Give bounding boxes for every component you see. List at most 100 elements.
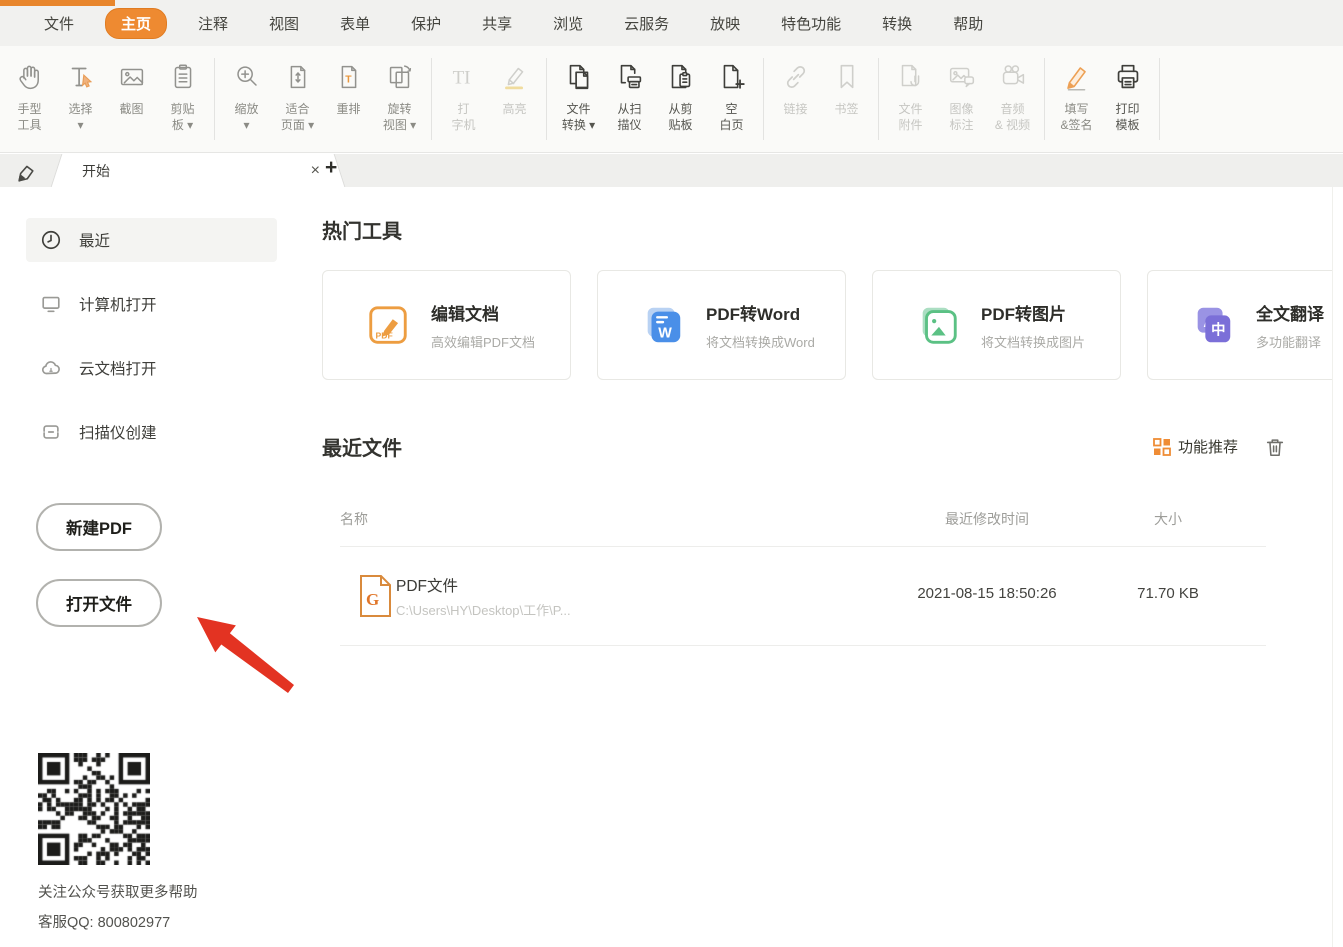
new-tab-button[interactable]: + <box>325 156 337 180</box>
feature-recommend-button[interactable]: 功能推荐 <box>1153 436 1238 457</box>
sidebar-item-scanner-create[interactable]: 扫描仪创建 <box>26 410 277 454</box>
toolbar-item-label: 缩放 ▾ <box>234 102 259 132</box>
pen-tool-icon[interactable] <box>12 157 40 185</box>
image-annotation-button: 图像 标注 <box>936 56 987 133</box>
from-clipboard-icon <box>664 56 698 98</box>
menu-home[interactable]: 主页 <box>105 7 168 39</box>
toolbar-separator <box>763 58 764 140</box>
content-area: 最近 计算机打开 云文档打开 扫描仪创建 新建PDF 打开文件 关注公众号获取更… <box>0 187 1343 947</box>
toolbar-item-label: 从扫 描仪 <box>617 102 642 132</box>
snapshot-button[interactable]: 截图 <box>106 56 157 133</box>
toolbar-item-label: 打印 模板 <box>1115 102 1140 132</box>
print-template-button[interactable]: 打印 模板 <box>1102 56 1153 133</box>
link-button: 链接 <box>770 56 821 117</box>
card-title: PDF转图片 <box>981 304 1066 324</box>
menu-help[interactable]: 帮助 <box>953 13 983 34</box>
qr-caption: 关注公众号获取更多帮助 <box>38 885 198 901</box>
menu-form[interactable]: 表单 <box>340 13 370 34</box>
menu-featured[interactable]: 特色功能 <box>781 13 841 34</box>
file-convert-button[interactable]: 文件 转换 ▾ <box>553 56 604 133</box>
audio-video-button: 音频 & 视频 <box>987 56 1038 133</box>
from-clipboard-button[interactable]: 从剪 贴板 <box>655 56 706 133</box>
main-panel: 热门工具 PDF 编辑文档 高效编辑PDF文档 W PDF转Word 将文档转换… <box>322 187 1343 947</box>
feature-recommend-label: 功能推荐 <box>1177 439 1238 456</box>
select-tool-button[interactable]: 选择 ▾ <box>55 56 106 133</box>
fill-sign-button[interactable]: 填写 &签名 <box>1051 56 1102 133</box>
menu-comment[interactable]: 注释 <box>198 13 228 34</box>
card-pdf-to-word[interactable]: W PDF转Word 将文档转换成Word <box>597 270 846 380</box>
toolbar-item-label: 链接 <box>783 102 808 116</box>
menu-view[interactable]: 视图 <box>269 13 299 34</box>
toolbar-item-label: 重排 <box>336 102 361 116</box>
toolbar-item-label: 填写 &签名 <box>1060 102 1093 132</box>
bookmark-button: 书签 <box>821 56 872 117</box>
menu-convert[interactable]: 转换 <box>882 13 912 34</box>
scanner-icon <box>40 421 62 443</box>
toolbar-separator <box>431 58 432 140</box>
recent-files-title: 最近文件 <box>322 438 402 460</box>
from-scanner-icon <box>613 56 647 98</box>
file-size: 71.70 KB <box>1137 585 1199 602</box>
toolbar-item-label: 音频 & 视频 <box>994 102 1031 132</box>
toolbar-item-label: 从剪 贴板 <box>668 102 693 132</box>
from-scanner-button[interactable]: 从扫 描仪 <box>604 56 655 133</box>
sidebar-item-label: 扫描仪创建 <box>79 425 157 442</box>
svg-text:W: W <box>658 325 672 341</box>
file-attachment-button: 文件 附件 <box>885 56 936 133</box>
new-pdf-button[interactable]: 新建PDF <box>36 503 162 551</box>
sidebar-item-open-computer[interactable]: 计算机打开 <box>26 282 277 326</box>
reflow-button[interactable]: T 重排 <box>323 56 374 133</box>
open-file-button[interactable]: 打开文件 <box>36 579 162 627</box>
card-subtitle: 将文档转换成图片 <box>981 334 1086 350</box>
scrollbar-track[interactable] <box>1332 187 1343 947</box>
svg-text:TI: TI <box>452 68 470 89</box>
menu-browse[interactable]: 浏览 <box>553 13 583 34</box>
toolbar-item-label: 截图 <box>119 102 144 116</box>
menu-slideshow[interactable]: 放映 <box>710 13 740 34</box>
column-modified-time: 最近修改时间 <box>945 511 1029 527</box>
menu-file[interactable]: 文件 <box>44 13 74 34</box>
pdf-app-window: 文件 主页 注释 视图 表单 保护 共享 浏览 云服务 放映 特色功能 转换 帮… <box>0 0 1343 947</box>
select-icon <box>64 56 98 98</box>
menu-cloud-service[interactable]: 云服务 <box>624 13 669 34</box>
menu-share[interactable]: 共享 <box>482 13 512 34</box>
sidebar-item-open-cloud[interactable]: 云文档打开 <box>26 346 277 390</box>
tab-close-icon[interactable]: × <box>311 162 320 179</box>
toolbar-item-label: 文件 转换 ▾ <box>561 102 596 132</box>
hot-tools-cards: PDF 编辑文档 高效编辑PDF文档 W PDF转Word 将文档转换成Word… <box>322 270 1332 382</box>
recent-file-row[interactable]: G PDF文件 C:\Users\HY\Desktop\工作\P... 2021… <box>322 560 1266 645</box>
sidebar-item-recent[interactable]: 最近 <box>26 218 277 262</box>
blank-page-button[interactable]: 空 白页 <box>706 56 757 133</box>
grid-icon <box>1153 437 1171 456</box>
window-accent-bar <box>0 0 115 6</box>
toolbar-item-label: 空 白页 <box>719 102 744 132</box>
toolbar-item-label: 旋转 视图 ▾ <box>382 102 417 132</box>
menu-protect[interactable]: 保护 <box>411 13 441 34</box>
card-full-text-translate[interactable]: A 中 全文翻译 多功能翻译 <box>1147 270 1332 380</box>
card-pdf-to-image[interactable]: PDF转图片 将文档转换成图片 <box>872 270 1121 380</box>
file-convert-icon <box>562 56 596 98</box>
zoom-icon <box>230 56 264 98</box>
tab-start[interactable]: 开始 × <box>64 154 332 187</box>
toolbar-separator <box>1159 58 1160 140</box>
toolbar-item-label: 手型 工具 <box>17 102 42 132</box>
highlight-button: 高亮 <box>489 56 540 133</box>
translate-icon: A 中 <box>1190 302 1236 348</box>
hand-tool-button[interactable]: 手型 工具 <box>4 56 55 133</box>
divider <box>340 546 1266 547</box>
clear-recent-trash-icon[interactable] <box>1264 436 1286 458</box>
column-size: 大小 <box>1154 511 1182 527</box>
card-title: 编辑文档 <box>431 304 499 324</box>
fit-page-button[interactable]: 适合 页面 ▾ <box>272 56 323 133</box>
toolbar-separator <box>1044 58 1045 140</box>
card-subtitle: 高效编辑PDF文档 <box>431 334 536 350</box>
card-subtitle: 多功能翻译 <box>1256 334 1322 350</box>
fill-sign-icon <box>1060 56 1094 98</box>
card-subtitle: 将文档转换成Word <box>706 334 815 350</box>
rotate-view-button[interactable]: 旋转 视图 ▾ <box>374 56 425 133</box>
card-edit-document[interactable]: PDF 编辑文档 高效编辑PDF文档 <box>322 270 571 380</box>
pdf-to-word-icon: W <box>640 302 686 348</box>
cloud-icon <box>40 357 62 379</box>
zoom-tool-button[interactable]: 缩放 ▾ <box>221 56 272 133</box>
clipboard-button[interactable]: 剪贴 板 ▾ <box>157 56 208 133</box>
